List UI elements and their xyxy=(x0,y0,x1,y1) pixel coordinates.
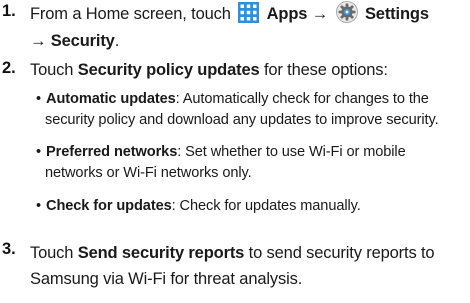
apps-label: Apps xyxy=(266,5,308,23)
apps-grid-icon xyxy=(238,2,260,30)
step-3-suffix: to send security reports to xyxy=(248,244,435,262)
arrow: → xyxy=(311,5,329,23)
send-security-reports-label: Send security reports xyxy=(77,244,245,262)
step-1: 1. From a Home screen, touch Apps → Sett… xyxy=(0,1,468,50)
step-3-suffix-continued: Samsung via Wi-Fi for threat analysis. xyxy=(30,270,303,288)
step-3: 3. Touch Send security reports to send s… xyxy=(0,240,468,300)
security-label: Security xyxy=(50,32,115,50)
bullet-automatic-updates: • Automatic updates: Automatically check … xyxy=(36,89,468,131)
step-number: 1. xyxy=(2,2,16,20)
bullet-check-for-updates: • Check for updates: Check for updates ma… xyxy=(36,196,468,217)
bullet-preferred-networks: • Preferred networks: Set whether to use … xyxy=(36,142,468,184)
period: . xyxy=(114,32,120,50)
bullet-text: : Check for updates manually. xyxy=(171,198,361,214)
settings-label: Settings xyxy=(364,5,429,23)
step-1-text: From a Home screen, touch Apps → Setting… xyxy=(30,1,468,53)
bullet-text: : Automatically check for changes to the xyxy=(175,91,429,107)
security-policy-updates-label: Security policy updates xyxy=(77,61,260,79)
bullet-text-continued: networks or Wi-Fi networks only. xyxy=(45,165,252,181)
bullet-term: Preferred networks xyxy=(46,144,178,160)
settings-gear-icon xyxy=(335,1,358,30)
step-2: 2. Touch Security policy updates for the… xyxy=(0,59,468,253)
bullet-text-continued: security policy and download any updates… xyxy=(45,112,439,128)
bullet-term: Check for updates xyxy=(46,198,172,214)
arrow: → xyxy=(30,32,47,50)
bullet-dot: • xyxy=(36,144,42,160)
step-3-text: Touch Send security reports to send secu… xyxy=(30,240,468,292)
step-1-prefix: From a Home screen, touch xyxy=(30,5,231,23)
step-number: 3. xyxy=(2,240,16,258)
step-2-prefix: Touch xyxy=(30,61,74,79)
instruction-document: 1. From a Home screen, touch Apps → Sett… xyxy=(0,0,470,303)
step-3-prefix: Touch xyxy=(30,244,74,262)
bullet-dot: • xyxy=(36,91,42,107)
bullet-term: Automatic updates xyxy=(46,91,176,107)
bullet-text: : Set whether to use Wi-Fi or mobile xyxy=(177,144,406,160)
step-2-suffix: for these options: xyxy=(263,61,388,79)
step-2-text: Touch Security policy updates for these … xyxy=(30,59,468,82)
bullet-dot: • xyxy=(36,198,42,214)
step-number: 2. xyxy=(2,59,16,77)
